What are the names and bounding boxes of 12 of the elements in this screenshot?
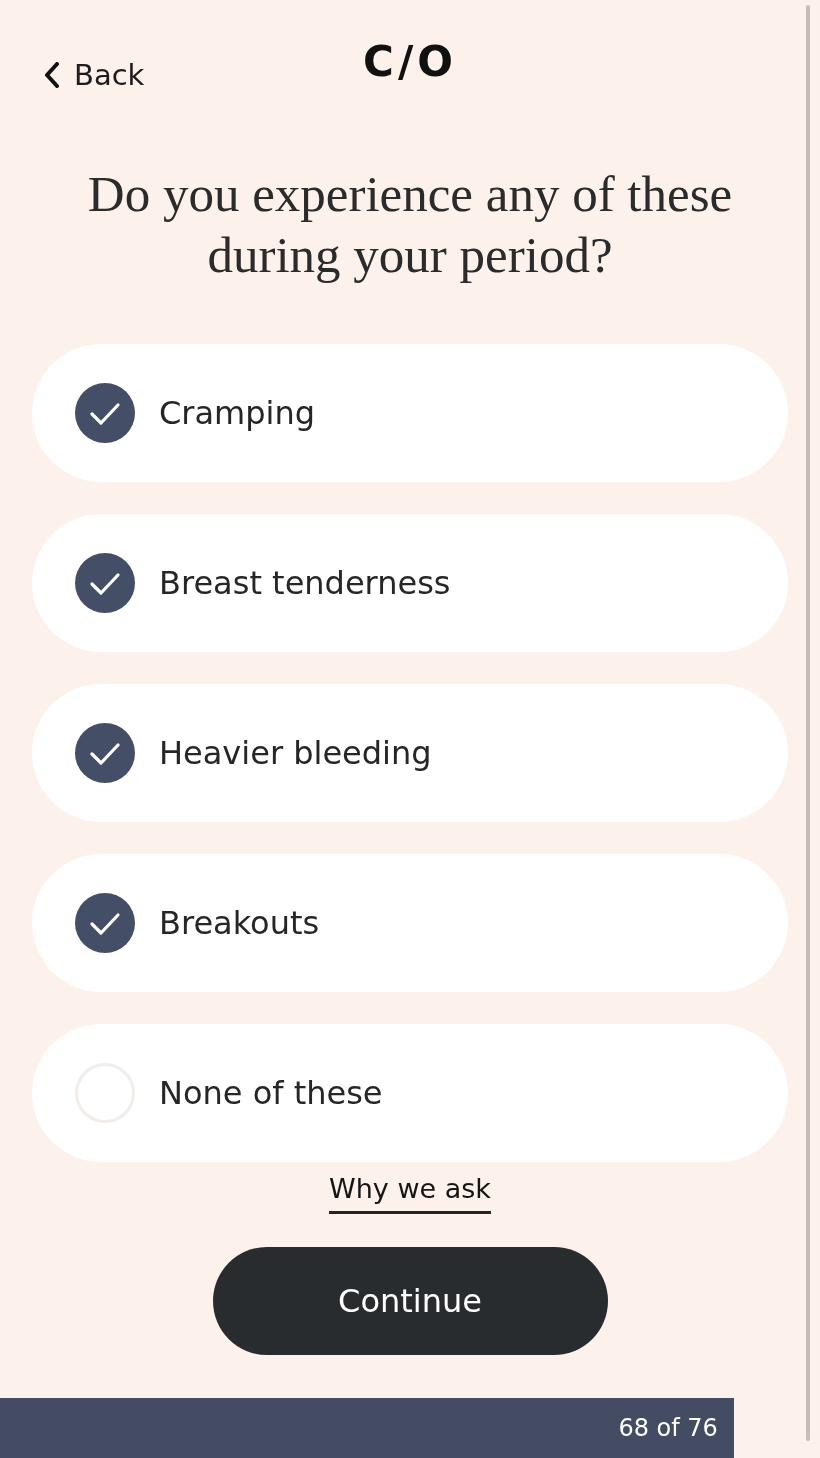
why-we-ask-link[interactable]: Why we ask [329,1172,491,1214]
option-button[interactable]: Breast tenderness [32,514,788,652]
option-button[interactable]: Breakouts [32,854,788,992]
option-button[interactable]: None of these [32,1024,788,1162]
progress-label: 68 of 76 [618,1414,718,1442]
question-heading: Do you experience any of these during your period? [86,165,734,285]
logo: C/O [363,38,457,86]
chevron-left-icon [44,62,60,88]
option-button[interactable]: Cramping [32,344,788,482]
continue-button[interactable]: Continue [212,1247,608,1355]
option-button[interactable]: Heavier bleeding [32,684,788,822]
back-button[interactable]: Back [40,58,149,92]
